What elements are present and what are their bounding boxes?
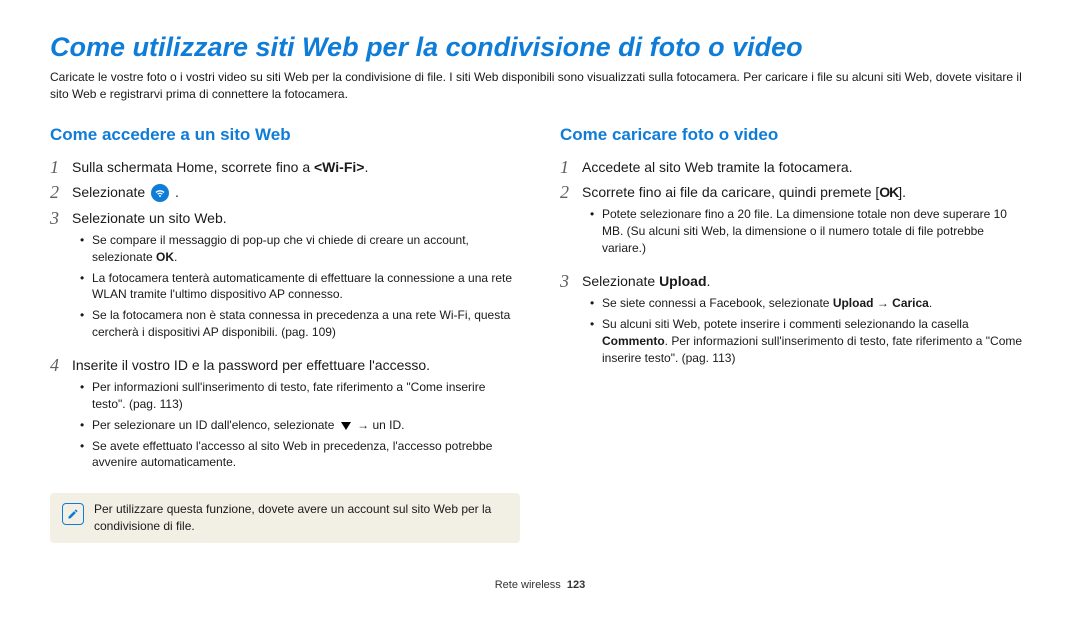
step-number: 3 xyxy=(560,271,582,293)
step-number: 2 xyxy=(560,182,582,204)
step4-text: Inserite il vostro ID e la password per … xyxy=(72,357,430,373)
step-number: 2 xyxy=(50,182,72,204)
step-3: 3 Selezionate un sito Web. Se compare il… xyxy=(50,208,520,351)
step-1: 1 Accedete al sito Web tramite la fotoca… xyxy=(560,157,1030,179)
footer-section: Rete wireless xyxy=(495,579,561,591)
step-number: 3 xyxy=(50,208,72,230)
step3-text-post: . xyxy=(707,273,711,289)
bullet-text: Se siete connessi a Facebook, selezionat… xyxy=(602,296,833,310)
upload-label: Upload xyxy=(833,296,874,310)
step1-text-post: . xyxy=(364,159,368,175)
left-heading: Come accedere a un sito Web xyxy=(50,125,520,145)
list-item: Per selezionare un ID dall'elenco, selez… xyxy=(80,417,520,434)
right-heading: Come caricare foto o video xyxy=(560,125,1030,145)
note-box: Per utilizzare questa funzione, dovete a… xyxy=(50,493,520,543)
left-column: Come accedere a un sito Web 1 Sulla sche… xyxy=(50,125,520,543)
step-3: 3 Selezionate Upload. Se siete connessi … xyxy=(560,271,1030,376)
list-item: Se compare il messaggio di pop-up che vi… xyxy=(80,232,520,266)
list-item: La fotocamera tenterà automaticamente di… xyxy=(80,270,520,304)
step2-text-pre: Selezionate xyxy=(72,184,149,200)
arrow-text: → xyxy=(873,296,892,310)
list-item: Se la fotocamera non è stata connessa in… xyxy=(80,307,520,341)
pencil-note-icon xyxy=(62,503,84,525)
step-2: 2 Scorrete fino ai file da caricare, qui… xyxy=(560,182,1030,267)
step2-text-post: ]. xyxy=(898,184,906,200)
step-number: 4 xyxy=(50,355,72,377)
step1-text-pre: Sulla schermata Home, scorrete fino a xyxy=(72,159,314,175)
bullet-text: . xyxy=(929,296,932,310)
commento-label: Commento xyxy=(602,334,665,348)
list-item: Su alcuni siti Web, potete inserire i co… xyxy=(590,316,1030,366)
carica-label: Carica xyxy=(892,296,929,310)
step3-text-pre: Selezionate xyxy=(582,273,659,289)
step-2: 2 Selezionate . xyxy=(50,182,520,204)
list-item: Se siete connessi a Facebook, selezionat… xyxy=(590,295,1030,312)
list-item: Per informazioni sull'inserimento di tes… xyxy=(80,379,520,413)
down-triangle-icon xyxy=(341,422,351,430)
step2-text-post: . xyxy=(175,184,179,200)
step1-text: Accedete al sito Web tramite la fotocame… xyxy=(582,159,853,175)
list-item: Se avete effettuato l'accesso al sito We… xyxy=(80,438,520,472)
page-number: 123 xyxy=(567,579,585,591)
right-column: Come caricare foto o video 1 Accedete al… xyxy=(560,125,1030,543)
wifi-label: <Wi-Fi> xyxy=(314,159,364,175)
bullet-text: Per selezionare un ID dall'elenco, selez… xyxy=(92,418,338,432)
bullet-text: Se compare il messaggio di pop-up che vi… xyxy=(92,233,469,264)
bullet-text: . xyxy=(174,250,177,264)
step-number: 1 xyxy=(50,157,72,179)
bullet-text: Su alcuni siti Web, potete inserire i co… xyxy=(602,317,969,331)
step-1: 1 Sulla schermata Home, scorrete fino a … xyxy=(50,157,520,179)
note-text: Per utilizzare questa funzione, dovete a… xyxy=(94,501,508,535)
page-title: Come utilizzare siti Web per la condivis… xyxy=(50,32,1030,63)
step-4: 4 Inserite il vostro ID e la password pe… xyxy=(50,355,520,481)
upload-label: Upload xyxy=(659,273,706,289)
intro-text: Caricate le vostre foto o i vostri video… xyxy=(50,69,1030,103)
bullet-text: . Per informazioni sull'inserimento di t… xyxy=(602,334,1022,365)
step-number: 1 xyxy=(560,157,582,179)
bullet-text: → un ID. xyxy=(354,418,405,432)
ok-label: OK xyxy=(156,250,174,264)
step3-text: Selezionate un sito Web. xyxy=(72,210,227,226)
page-footer: Rete wireless 123 xyxy=(50,579,1030,591)
ok-icon: OK xyxy=(879,182,898,202)
step2-text-pre: Scorrete fino ai file da caricare, quind… xyxy=(582,184,879,200)
wifi-icon xyxy=(151,184,169,202)
list-item: Potete selezionare fino a 20 file. La di… xyxy=(590,206,1030,256)
